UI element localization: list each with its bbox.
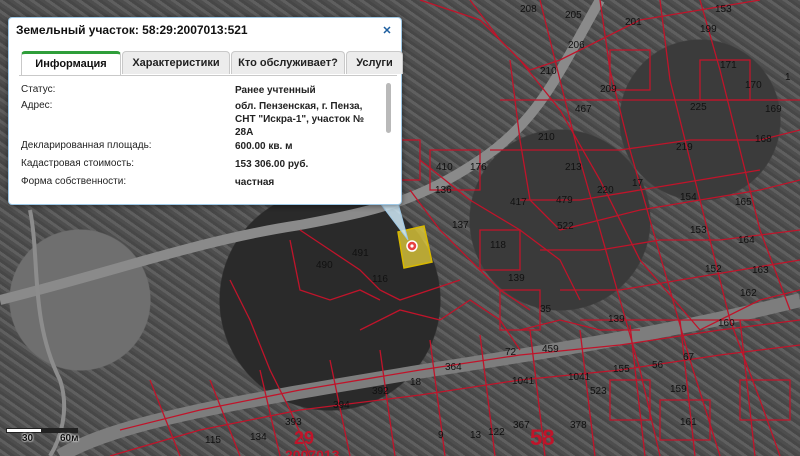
parcel-number-label: 219 (676, 142, 693, 153)
parcel-number-label: 467 (575, 104, 592, 115)
path-left (28, 209, 67, 456)
scale-bar: 30 60м (4, 422, 84, 446)
parcel-info-popup: Земельный участок: 58:29:2007013:521 ✕ И… (8, 17, 403, 205)
parcel-number-label: 13 (470, 430, 482, 441)
popup-pointer (378, 202, 409, 241)
parcel-number-label: 137 (452, 220, 469, 231)
parcel-number-label: 394 (333, 400, 350, 411)
parcel-number-label: 161 (680, 417, 697, 428)
parcel-number-label: 168 (755, 134, 772, 145)
parcel-number-label: 169 (765, 104, 782, 115)
tab-services[interactable]: Услуги (346, 51, 403, 74)
tab-characteristics[interactable]: Характеристики (122, 51, 230, 74)
parcel-number-label: 136 (435, 185, 452, 196)
parcel-number-label: 170 (745, 80, 762, 91)
tab-information[interactable]: Информация (21, 51, 121, 75)
parcel-number-label: 208 (520, 4, 537, 15)
parcel-number-label: 410 (436, 162, 453, 173)
info-content[interactable]: Статус: Ранее учтенный Адрес: обл. Пензе… (21, 80, 383, 198)
parcel-number-label: 1041 (568, 372, 591, 383)
parcel-number-label: 393 (285, 417, 302, 428)
parcel-number-label: 213 (565, 162, 582, 173)
parcel-number-label: 1 (785, 72, 791, 83)
scale-label-30: 30 (22, 433, 34, 444)
parcel-number-label: 155 (613, 364, 630, 375)
parcel-number-label: 118 (490, 240, 506, 251)
scale-label-60: 60м (60, 433, 79, 444)
parcel-number-label: 134 (250, 432, 267, 443)
row-value: 600.00 кв. м (235, 141, 293, 152)
parcel-number-label: 139 (508, 273, 525, 284)
parcel-number-label: 206 (568, 40, 585, 51)
row-value: обл. Пензенская, г. Пенза, СНТ "Искра-1"… (235, 101, 364, 138)
popup-title: Земельный участок: 58:29:2007013:521 (16, 23, 248, 37)
row-label: Форма собственности: (21, 176, 127, 187)
parcel-number-label: 490 (316, 260, 333, 271)
parcel-number-label: 201 (625, 17, 642, 28)
parcel-number-label: 162 (740, 288, 757, 299)
parcel-number-label: 159 (670, 384, 687, 395)
parcel-number-label: 205 (565, 10, 582, 21)
popup-tabs: Информация Характеристики Кто обслуживае… (21, 51, 403, 75)
parcel-number-label: 210 (540, 66, 557, 77)
parcel-number-label: 491 (352, 248, 369, 259)
parcel-number-label: 367 (513, 420, 530, 431)
parcel-number-label: 160 (718, 318, 735, 329)
parcel-number-label: 176 (470, 162, 487, 173)
parcel-number-label: 122 (488, 427, 505, 438)
parcel-number-label: 364 (445, 362, 462, 373)
parcel-number-label: 210 (538, 132, 555, 143)
row-value: 153 306.00 руб. (235, 159, 309, 170)
content-scrollbar[interactable] (383, 80, 395, 198)
row-value: частная (235, 177, 275, 188)
parcel-number-label: 164 (738, 235, 755, 246)
cadastral-quarter-label: 58 (530, 425, 554, 450)
parcel-number-label: 1041 (512, 376, 535, 387)
tabbar-divider (19, 75, 397, 76)
row-label: Кадастровая стоимость: (21, 158, 135, 169)
parcel-number-label: 72 (505, 347, 517, 358)
parcel-number-label: 115 (205, 435, 221, 446)
parcel-number-label: 417 (510, 197, 527, 208)
parcel-number-label: 152 (705, 264, 722, 275)
parcel-number-label: 165 (735, 197, 752, 208)
close-icon[interactable]: ✕ (381, 25, 393, 37)
parcel-number-label: 459 (542, 344, 559, 355)
parcel-number-label: 153 (690, 225, 707, 236)
parcel-number-label: 18 (410, 377, 422, 388)
parcel-number-label: 523 (590, 386, 607, 397)
parcel-number-label: 154 (680, 192, 697, 203)
parcel-number-label: 378 (570, 420, 587, 431)
parcel-number-label: 139 (608, 314, 625, 325)
parcel-number-label: 163 (752, 265, 769, 276)
parcel-number-label: 17 (632, 178, 644, 189)
parcel-number-label: 522 (557, 221, 574, 232)
parcel-number-label: 199 (700, 24, 717, 35)
parcel-marker-dot-icon (410, 244, 414, 248)
tab-who-serves[interactable]: Кто обслуживает? (231, 51, 345, 74)
parcel-number-label: 209 (600, 84, 617, 95)
cadastral-quarter-label: 2007013 (285, 447, 340, 456)
parcel-number-label: 153 (715, 4, 732, 15)
parcel-number-label: 479 (556, 195, 573, 206)
parcel-number-label: 67 (683, 352, 695, 363)
parcel-number-label: 220 (597, 185, 614, 196)
parcel-number-label: 116 (372, 274, 388, 285)
row-label: Декларированная площадь: (21, 140, 152, 151)
cadastral-quarter-label: 29 (294, 428, 314, 448)
parcel-number-label: 392 (372, 386, 389, 397)
parcel-number-label: 171 (720, 60, 737, 71)
row-label: Адрес: (21, 100, 53, 111)
scrollbar-thumb[interactable] (386, 83, 391, 133)
parcel-number-label: 225 (690, 102, 707, 113)
parcel-number-label: 35 (540, 304, 552, 315)
row-label: Статус: (21, 84, 56, 95)
row-value: Ранее учтенный (235, 85, 316, 96)
parcel-number-label: 9 (438, 430, 444, 441)
parcel-number-label: 56 (652, 360, 664, 371)
